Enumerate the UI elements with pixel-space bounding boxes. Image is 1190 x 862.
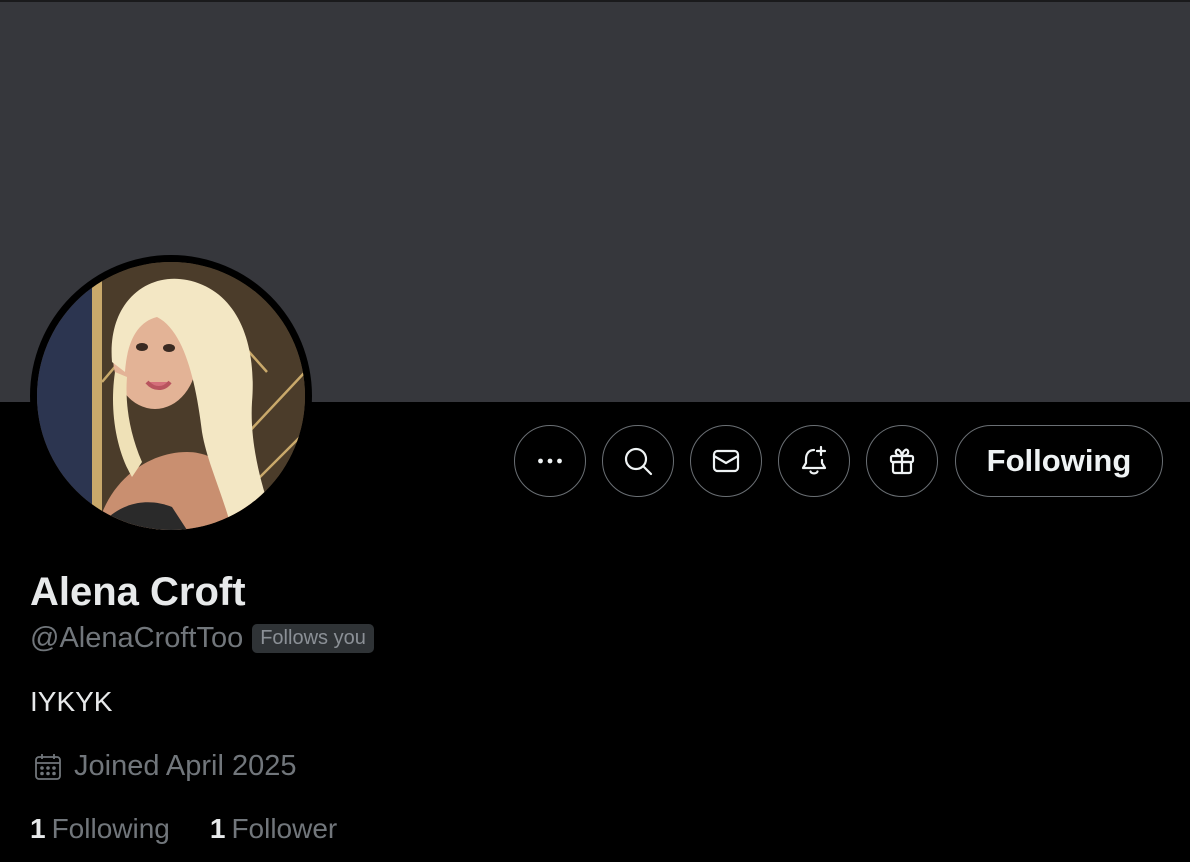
joined-date: Joined April 2025 bbox=[74, 750, 297, 782]
envelope-icon bbox=[712, 449, 740, 473]
user-handle: @AlenaCroftToo bbox=[30, 622, 244, 654]
following-button[interactable]: Following bbox=[955, 425, 1163, 497]
followers-label: Follower bbox=[231, 813, 338, 844]
follows-you-badge: Follows you bbox=[252, 624, 374, 653]
follow-stats: 1 Following 1 Follower bbox=[30, 813, 377, 845]
gift-button[interactable] bbox=[866, 425, 938, 497]
gift-icon bbox=[889, 448, 915, 475]
notifications-button[interactable] bbox=[778, 425, 850, 497]
followers-link[interactable]: 1 Follower bbox=[210, 813, 337, 845]
message-button[interactable] bbox=[690, 425, 762, 497]
followers-count: 1 bbox=[209, 813, 226, 844]
handle-row: @AlenaCroftToo Follows you bbox=[30, 622, 374, 655]
display-name: Alena Croft bbox=[30, 570, 246, 614]
following-count: 1 bbox=[30, 813, 46, 844]
more-button[interactable] bbox=[514, 425, 586, 497]
bell-plus-icon bbox=[801, 445, 827, 475]
following-link[interactable]: 1 Following bbox=[30, 813, 170, 845]
avatar-ring bbox=[30, 255, 312, 537]
profile-actions: Following bbox=[514, 425, 1163, 497]
search-icon bbox=[624, 447, 653, 476]
avatar[interactable] bbox=[37, 262, 305, 530]
calendar-icon bbox=[35, 753, 61, 780]
more-horizontal-icon bbox=[538, 458, 562, 464]
user-bio: IYKYK bbox=[30, 686, 113, 717]
following-label: Following bbox=[51, 813, 170, 844]
search-button[interactable] bbox=[602, 425, 674, 497]
joined-row: Joined April 2025 bbox=[32, 750, 297, 783]
